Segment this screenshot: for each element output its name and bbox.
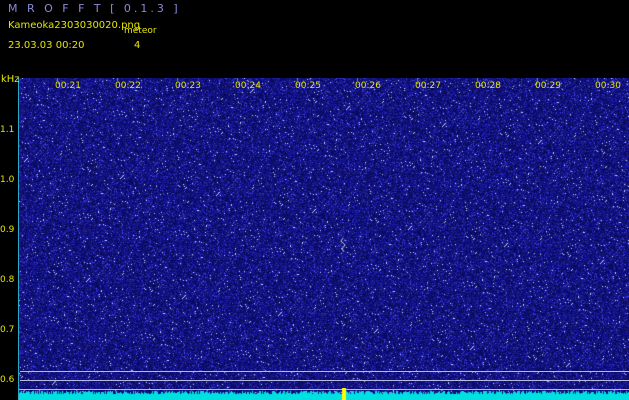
time-tick-label: 00:30 — [595, 81, 621, 91]
time-tick-label: 00:26 — [355, 81, 381, 91]
file-name: Kameoka2303030020.png — [8, 20, 141, 31]
frequency-tick-label: 1.0 — [0, 175, 15, 185]
detection-count: 4 — [134, 40, 141, 51]
time-tick-label: 00:21 — [55, 81, 81, 91]
reference-line-middle — [20, 380, 629, 381]
time-tick-label: 00:25 — [295, 81, 321, 91]
date-time: 23.03.03 00:20 — [8, 40, 85, 51]
frequency-tick-label: 0.8 — [0, 275, 15, 285]
frequency-tick-label: 0.9 — [0, 225, 15, 235]
frequency-tick-label: 0.7 — [0, 325, 15, 335]
spectrogram — [19, 78, 629, 400]
signal-trace — [19, 388, 629, 400]
reference-line-upper — [20, 371, 629, 372]
detection-label: meteor — [124, 26, 157, 36]
time-tick-label: 00:28 — [475, 81, 501, 91]
time-tick-label: 00:27 — [415, 81, 441, 91]
time-tick-label: 00:23 — [175, 81, 201, 91]
app-title: M R O F F T [ 0.1.3 ] — [8, 2, 181, 15]
frequency-tick-label: 0.6 — [0, 375, 15, 385]
time-tick-label: 00:29 — [535, 81, 561, 91]
time-tick-label: 00:22 — [115, 81, 141, 91]
frequency-tick-label: 1.1 — [0, 125, 15, 135]
time-tick-label: 00:24 — [235, 81, 261, 91]
frequency-unit-label: kHz — [1, 74, 20, 85]
frequency-axis-line — [18, 78, 19, 400]
